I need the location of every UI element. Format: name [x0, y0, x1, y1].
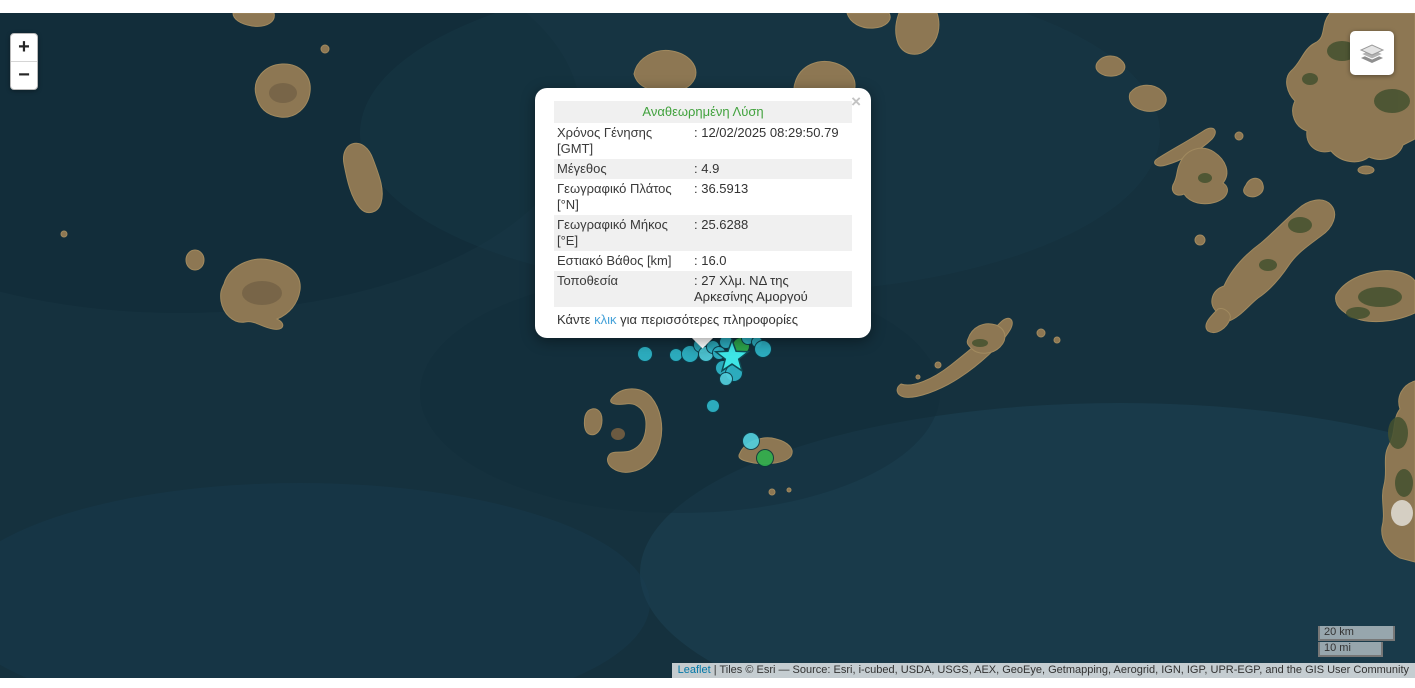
popup-row-value: : 27 Χλμ. ΝΔ της Αρκεσίνης Αμοργού: [691, 271, 852, 307]
attribution-bar: Leaflet | Tiles © Esri — Source: Esri, i…: [672, 663, 1415, 678]
earthquake-marker[interactable]: [754, 340, 772, 358]
earthquake-marker[interactable]: [742, 432, 760, 450]
star-icon: [716, 340, 748, 371]
footer-text-post: για περισσότερες πληροφορίες: [616, 312, 798, 327]
attribution-text: Tiles © Esri — Source: Esri, i-cubed, US…: [719, 664, 1409, 676]
popup-row: Γεωγραφικό Πλάτος [°N]: 36.5913: [554, 179, 852, 215]
zoom-out-button[interactable]: −: [11, 62, 37, 89]
popup-close-icon[interactable]: ×: [851, 95, 861, 109]
popup-title: Αναθεωρημένη Λύση: [554, 101, 852, 123]
earthquake-marker[interactable]: [756, 449, 774, 467]
popup-row: Γεωγραφικό Μήκος [°E]: 25.6288: [554, 215, 852, 251]
popup-row-value: : 4.9: [691, 159, 852, 179]
layers-control-button[interactable]: [1350, 31, 1394, 75]
popup-row-value: : 16.0: [691, 251, 852, 271]
more-info-link[interactable]: κλικ: [594, 312, 616, 327]
popup-row-value: : 25.6288: [691, 215, 852, 251]
popup-row: Χρόνος Γένησης [GMT]: 12/02/2025 08:29:5…: [554, 123, 852, 159]
scale-control: 20 km 10 mi: [1318, 626, 1395, 657]
popup-row-label: Γεωγραφικό Μήκος [°E]: [554, 215, 691, 251]
scale-km: 20 km: [1318, 626, 1395, 641]
main-event-star-marker[interactable]: [712, 337, 752, 377]
leaflet-link[interactable]: Leaflet: [678, 664, 711, 676]
layers-icon: [1359, 41, 1385, 65]
zoom-control: + −: [10, 33, 38, 90]
map-canvas[interactable]: × Αναθεωρημένη ΛύσηΧρόνος Γένησης [GMT]:…: [0, 13, 1415, 678]
earthquake-marker[interactable]: [706, 399, 720, 413]
popup-row-label: Μέγεθος: [554, 159, 691, 179]
popup-row-value: : 36.5913: [691, 179, 852, 215]
scale-mi: 10 mi: [1318, 642, 1383, 657]
popup-row: Εστιακό Βάθος [km]: 16.0: [554, 251, 852, 271]
zoom-in-button[interactable]: +: [11, 34, 37, 62]
popup-row-label: Γεωγραφικό Πλάτος [°N]: [554, 179, 691, 215]
popup-row: Μέγεθος: 4.9: [554, 159, 852, 179]
popup-footer: Κάντε κλικ για περισσότερες πληροφορίες: [554, 307, 852, 328]
popup-title-row: Αναθεωρημένη Λύση: [554, 101, 852, 123]
popup-row-label: Τοποθεσία: [554, 271, 691, 307]
popup-row-value: : 12/02/2025 08:29:50.79: [691, 123, 852, 159]
popup-row-label: Χρόνος Γένησης [GMT]: [554, 123, 691, 159]
popup-row: Τοποθεσία: 27 Χλμ. ΝΔ της Αρκεσίνης Αμορ…: [554, 271, 852, 307]
earthquake-details-table: Αναθεωρημένη ΛύσηΧρόνος Γένησης [GMT]: 1…: [554, 101, 852, 307]
popup-row-label: Εστιακό Βάθος [km]: [554, 251, 691, 271]
earthquake-marker[interactable]: [637, 346, 653, 362]
earthquake-popup: × Αναθεωρημένη ΛύσηΧρόνος Γένησης [GMT]:…: [535, 88, 871, 338]
footer-text-pre: Κάντε: [557, 312, 594, 327]
